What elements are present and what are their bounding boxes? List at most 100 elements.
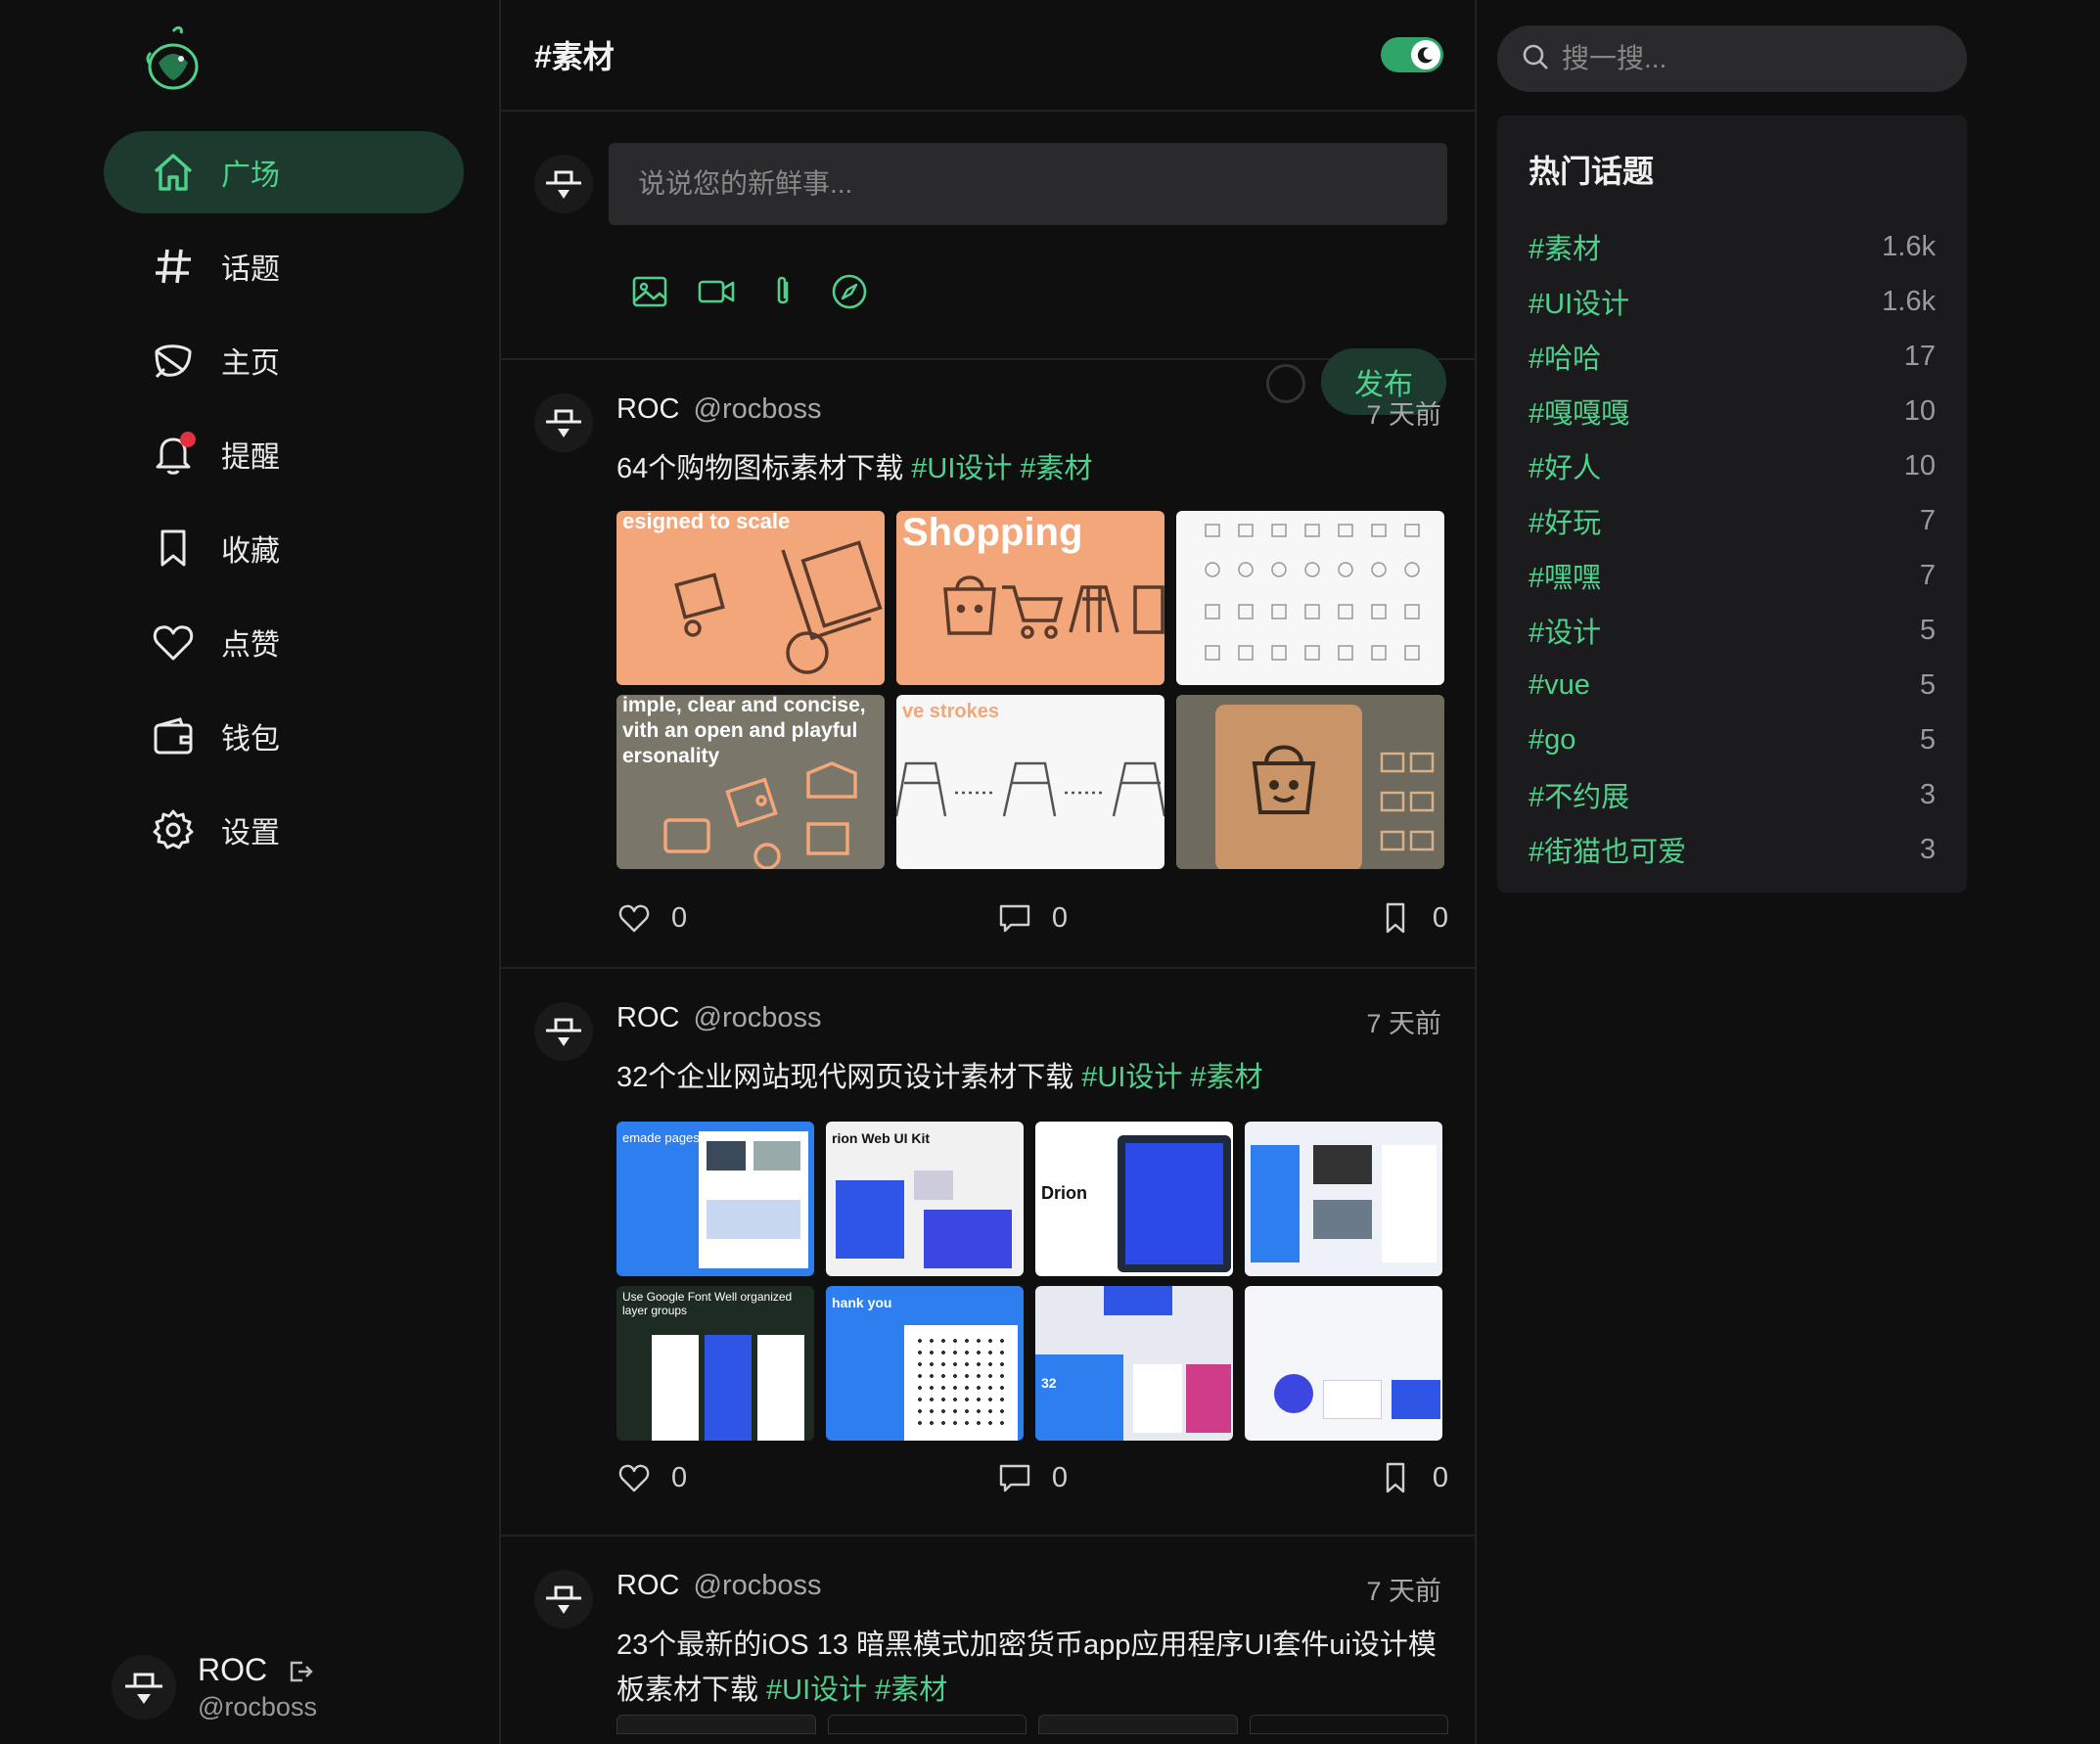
topic-name: #街猫也可爱 xyxy=(1529,837,1687,868)
nav-item-wallet[interactable]: 钱包 xyxy=(104,695,464,777)
author-handle: @rocboss xyxy=(693,393,822,425)
nav-item-settings[interactable]: 设置 xyxy=(104,789,464,871)
nav-label: 话题 xyxy=(221,253,280,286)
topic-item[interactable]: #街猫也可爱 3 xyxy=(1529,822,1936,877)
compose-input[interactable] xyxy=(609,143,1447,225)
post-image[interactable]: imple, clear and concise, vith an open a… xyxy=(616,695,885,869)
post-text: 64个购物图标素材下载 #UI设计 #素材 xyxy=(616,446,1448,491)
post-image[interactable]: Use Google Font Well organized layer gro… xyxy=(616,1286,814,1441)
post-image[interactable]: emade pages xyxy=(616,1122,814,1276)
post-image[interactable] xyxy=(1245,1122,1442,1276)
logout-icon[interactable] xyxy=(287,1657,314,1684)
topic-name: #不约展 xyxy=(1529,782,1630,813)
post-author[interactable]: ROC @rocboss xyxy=(616,1570,822,1602)
avatar[interactable] xyxy=(534,1002,593,1061)
like-button[interactable]: 0 xyxy=(616,900,687,936)
post-card[interactable]: ROC @rocboss 7 天前 32个企业网站现代网页设计素材下载 #UI设计… xyxy=(501,969,1475,1537)
attachment-icon[interactable] xyxy=(763,272,802,316)
post-tag[interactable]: #UI设计 xyxy=(766,1675,867,1706)
post-image[interactable] xyxy=(1249,1715,1448,1734)
topic-name: #嘿嘿 xyxy=(1529,563,1602,594)
topic-count: 10 xyxy=(1903,394,1936,427)
post-image[interactable]: rion Web UI Kit xyxy=(826,1122,1024,1276)
post-image[interactable]: 32 xyxy=(1035,1286,1233,1441)
avatar[interactable] xyxy=(112,1655,176,1720)
wallet-icon xyxy=(151,713,196,758)
post-author[interactable]: ROC @rocboss xyxy=(616,1002,822,1034)
post-time: 7 天前 xyxy=(1366,1577,1441,1606)
post-image[interactable]: ve strokes xyxy=(896,695,1164,869)
post-image[interactable] xyxy=(1245,1286,1442,1441)
nav-item-likes[interactable]: 点赞 xyxy=(104,601,464,683)
nav-item-topics[interactable]: 话题 xyxy=(104,225,464,307)
image-upload-icon[interactable] xyxy=(630,272,669,316)
post-tag[interactable]: #素材 xyxy=(1020,453,1092,484)
post-image[interactable]: hank you xyxy=(826,1286,1024,1441)
topic-name: #设计 xyxy=(1529,618,1602,649)
video-upload-icon[interactable] xyxy=(697,272,736,316)
compass-icon[interactable] xyxy=(830,272,869,316)
search-bar xyxy=(1497,25,1967,92)
topic-item[interactable]: #嘎嘎嘎 10 xyxy=(1529,384,1936,438)
logo-icon[interactable] xyxy=(139,23,207,94)
nav-item-collections[interactable]: 收藏 xyxy=(104,507,464,589)
comment-button[interactable]: 0 xyxy=(997,1460,1068,1495)
composer-tools xyxy=(630,272,869,316)
avatar[interactable] xyxy=(534,393,593,452)
post-image[interactable] xyxy=(1176,695,1444,869)
author-handle: @rocboss xyxy=(693,1002,822,1033)
search-input[interactable] xyxy=(1562,43,1953,74)
current-user-card[interactable]: ROC @rocboss xyxy=(112,1652,317,1722)
main-column: #素材 发布 xyxy=(499,0,1477,1744)
post-image[interactable]: Shopping xyxy=(896,511,1164,685)
post-image[interactable]: esigned to scale xyxy=(616,511,885,685)
topic-item[interactable]: #vue 5 xyxy=(1529,658,1936,712)
collect-button[interactable]: 0 xyxy=(1378,1460,1448,1495)
leaf-icon xyxy=(151,338,196,383)
comment-count: 0 xyxy=(1051,901,1069,934)
topic-item[interactable]: #哈哈 17 xyxy=(1529,329,1936,384)
nav-label: 设置 xyxy=(221,817,280,849)
avatar[interactable] xyxy=(534,1570,593,1629)
collect-button[interactable]: 0 xyxy=(1378,900,1448,936)
post-card[interactable]: ROC @rocboss 7 天前 23个最新的iOS 13 暗黑模式加密货币a… xyxy=(501,1537,1475,1734)
topic-item[interactable]: #好玩 7 xyxy=(1529,493,1936,548)
topic-item[interactable]: #素材 1.6k xyxy=(1529,219,1936,274)
post-image[interactable] xyxy=(1176,511,1444,685)
post-text: 23个最新的iOS 13 暗黑模式加密货币app应用程序UI套件ui设计模板素材… xyxy=(616,1623,1448,1713)
post-image[interactable] xyxy=(1038,1715,1238,1734)
bell-icon xyxy=(151,432,196,477)
post-tag[interactable]: #UI设计 xyxy=(911,453,1012,484)
like-button[interactable]: 0 xyxy=(616,1460,687,1495)
nav-item-profile[interactable]: 主页 xyxy=(104,319,464,401)
post-image[interactable] xyxy=(827,1715,1027,1734)
user-handle: @rocboss xyxy=(198,1692,317,1721)
comment-button[interactable]: 0 xyxy=(997,900,1068,936)
post-image[interactable]: Drion xyxy=(1035,1122,1233,1276)
nav-label: 广场 xyxy=(221,160,280,192)
post-body: 64个购物图标素材下载 xyxy=(616,453,904,484)
topic-item[interactable]: #嘿嘿 7 xyxy=(1529,548,1936,603)
topic-name: #哈哈 xyxy=(1529,344,1602,375)
comment-icon xyxy=(999,904,1030,933)
author-name: ROC xyxy=(616,393,680,425)
nav-item-square[interactable]: 广场 xyxy=(104,131,464,213)
like-count: 0 xyxy=(671,901,688,934)
post-image[interactable] xyxy=(616,1715,816,1734)
post-tag[interactable]: #素材 xyxy=(1190,1062,1262,1093)
post-actions: 0 0 0 xyxy=(616,900,1448,936)
avatar[interactable] xyxy=(534,155,593,213)
image-caption: Drion xyxy=(1041,1183,1087,1203)
post-tag[interactable]: #素材 xyxy=(875,1675,947,1706)
nav-item-notifications[interactable]: 提醒 xyxy=(104,413,464,495)
post-author[interactable]: ROC @rocboss xyxy=(616,393,822,426)
topic-item[interactable]: #好人 10 xyxy=(1529,438,1936,493)
topic-item[interactable]: #UI设计 1.6k xyxy=(1529,274,1936,329)
topic-name: #go xyxy=(1529,723,1576,756)
topic-item[interactable]: #设计 5 xyxy=(1529,603,1936,658)
topic-item[interactable]: #go 5 xyxy=(1529,712,1936,767)
topic-item[interactable]: #不约展 3 xyxy=(1529,767,1936,822)
post-tag[interactable]: #UI设计 xyxy=(1081,1062,1182,1093)
post-card[interactable]: ROC @rocboss 7 天前 64个购物图标素材下载 #UI设计 #素材 es… xyxy=(501,360,1475,969)
theme-toggle[interactable] xyxy=(1381,37,1443,72)
